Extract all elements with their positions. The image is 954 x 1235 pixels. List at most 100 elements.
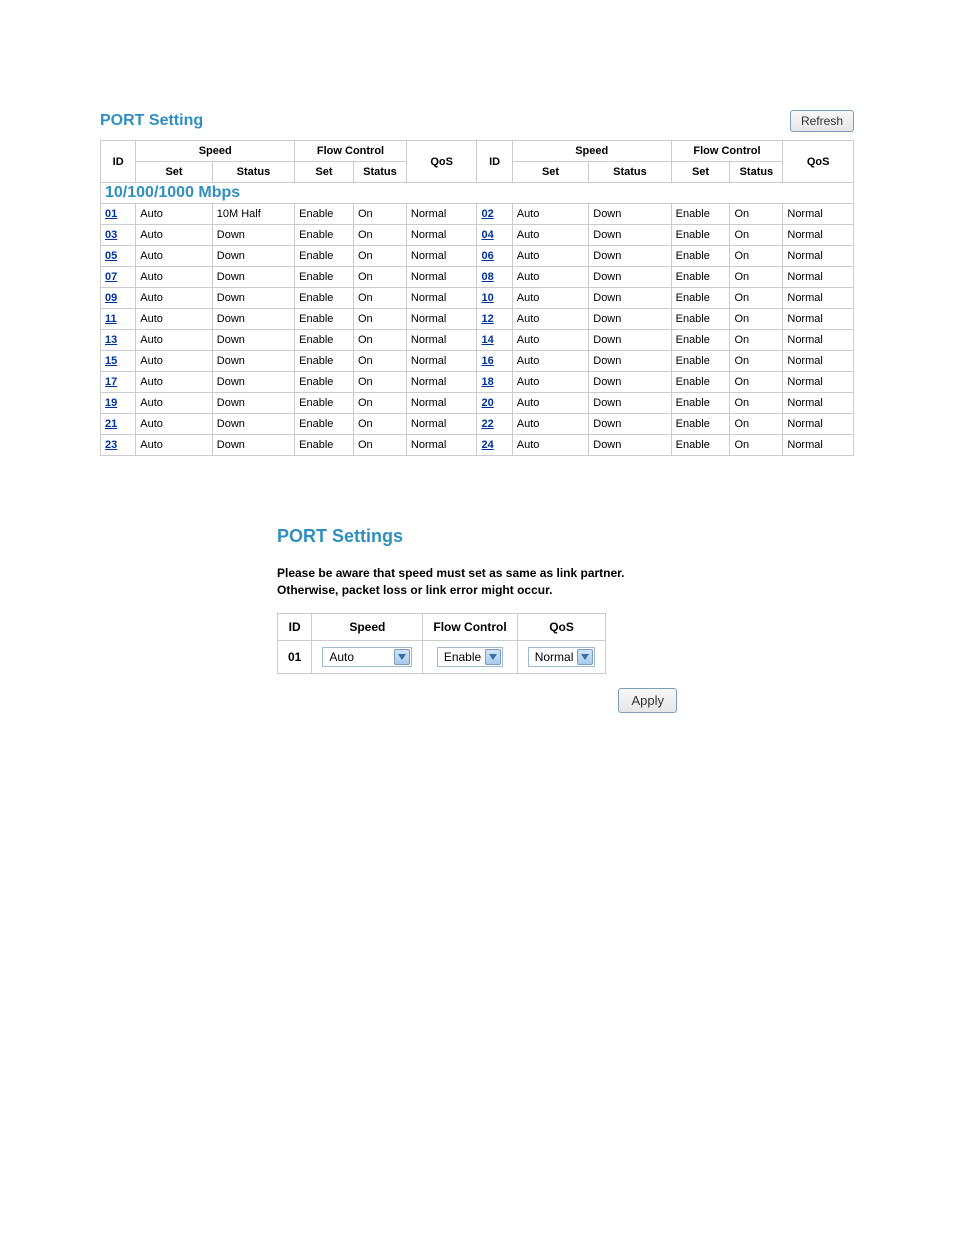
speed-set-cell: Auto [136,393,212,414]
speed-status-cell: Down [589,225,671,246]
port-id-link[interactable]: 09 [105,292,117,304]
speed-status-cell: Down [212,414,294,435]
port-id-link[interactable]: 21 [105,418,117,430]
speed-set-cell: Auto [512,309,588,330]
flowcontrol-dropdown[interactable]: Enable [437,647,503,667]
speed-set-cell: Auto [136,372,212,393]
port-id-link[interactable]: 03 [105,229,117,241]
port-id-link[interactable]: 05 [105,250,117,262]
fc-set-cell: Enable [295,288,354,309]
port-id-link[interactable]: 10 [481,292,493,304]
port-id-link[interactable]: 12 [481,313,493,325]
port-id-link[interactable]: 19 [105,397,117,409]
fc-set-cell: Enable [295,309,354,330]
speed-set-cell: Auto [512,246,588,267]
speed-set-cell: Auto [512,393,588,414]
speed-status-cell: Down [212,309,294,330]
qos-cell: Normal [783,372,854,393]
fc-set-cell: Enable [671,351,730,372]
port-id-link[interactable]: 08 [481,271,493,283]
speed-set-cell: Auto [136,435,212,456]
qos-dropdown[interactable]: Normal [528,647,596,667]
fc-status-cell: On [730,225,783,246]
speed-set-cell: Auto [136,351,212,372]
header-id-right: ID [477,141,512,183]
fc-status-cell: On [730,246,783,267]
port-id-link[interactable]: 20 [481,397,493,409]
page-title: PORT Setting [100,112,203,130]
fc-status-cell: On [353,435,406,456]
qos-cell: Normal [783,309,854,330]
qos-cell: Normal [406,204,477,225]
fc-set-cell: Enable [671,204,730,225]
speed-status-cell: Down [589,393,671,414]
refresh-button[interactable]: Refresh [790,110,854,132]
header-fc-status-left: Status [353,162,406,183]
table-row: 13AutoDownEnableOnNormal14AutoDownEnable… [101,330,854,351]
port-id-link[interactable]: 06 [481,250,493,262]
port-id-link[interactable]: 16 [481,355,493,367]
port-id-link[interactable]: 23 [105,439,117,451]
fc-status-cell: On [353,309,406,330]
speed-status-cell: Down [212,288,294,309]
speed-status-cell: Down [589,330,671,351]
fc-status-cell: On [730,351,783,372]
fc-set-cell: Enable [671,393,730,414]
port-id-link[interactable]: 01 [105,208,117,220]
qos-cell: Normal [783,414,854,435]
qos-cell: Normal [783,204,854,225]
speed-set-cell: Auto [136,225,212,246]
speed-status-cell: Down [589,372,671,393]
port-id-link[interactable]: 17 [105,376,117,388]
port-id-link[interactable]: 07 [105,271,117,283]
fc-status-cell: On [353,330,406,351]
speed-set-cell: Auto [136,288,212,309]
fc-status-cell: On [353,225,406,246]
port-id-link[interactable]: 18 [481,376,493,388]
settings-header-id: ID [278,613,312,640]
speed-set-cell: Auto [512,372,588,393]
speed-set-cell: Auto [512,435,588,456]
header-fc-set-left: Set [295,162,354,183]
qos-cell: Normal [406,309,477,330]
fc-status-cell: On [730,435,783,456]
header-fc-status-right: Status [730,162,783,183]
fc-status-cell: On [730,288,783,309]
port-id-link[interactable]: 24 [481,439,493,451]
table-row: 09AutoDownEnableOnNormal10AutoDownEnable… [101,288,854,309]
apply-button[interactable]: Apply [618,688,677,713]
header-speed-status-left: Status [212,162,294,183]
port-id-link[interactable]: 11 [105,313,117,325]
fc-set-cell: Enable [671,372,730,393]
port-setting-table: ID Speed Flow Control QoS ID Speed Flow … [100,140,854,456]
qos-cell: Normal [783,267,854,288]
speed-set-cell: Auto [136,309,212,330]
fc-set-cell: Enable [295,351,354,372]
speed-dropdown[interactable]: Auto [322,647,412,667]
section-label: 10/100/1000 Mbps [101,183,854,204]
port-id-link[interactable]: 04 [481,229,493,241]
port-id-link[interactable]: 13 [105,334,117,346]
fc-set-cell: Enable [295,330,354,351]
speed-status-cell: Down [589,435,671,456]
fc-set-cell: Enable [295,372,354,393]
speed-status-cell: Down [589,351,671,372]
port-id-link[interactable]: 22 [481,418,493,430]
settings-title: PORT Settings [277,526,677,547]
settings-table: ID Speed Flow Control QoS 01 Auto [277,613,606,674]
fc-set-cell: Enable [671,414,730,435]
fc-status-cell: On [730,393,783,414]
speed-set-cell: Auto [512,225,588,246]
port-id-link[interactable]: 02 [481,208,493,220]
port-id-link[interactable]: 15 [105,355,117,367]
fc-set-cell: Enable [295,204,354,225]
port-id-link[interactable]: 14 [481,334,493,346]
header-fc-set-right: Set [671,162,730,183]
qos-cell: Normal [406,393,477,414]
fc-status-cell: On [730,309,783,330]
fc-status-cell: On [730,330,783,351]
speed-dropdown-value: Auto [329,650,354,664]
speed-status-cell: Down [212,246,294,267]
speed-status-cell: Down [212,351,294,372]
qos-cell: Normal [783,330,854,351]
